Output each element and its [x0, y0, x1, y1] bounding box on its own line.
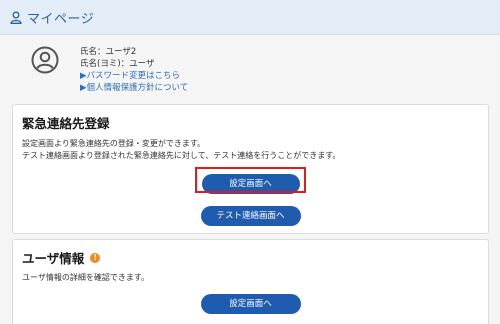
user-name: 氏名：ユーザ2: [80, 47, 137, 57]
user-info-title: ユーザ情報: [22, 251, 85, 266]
password-change-link[interactable]: ▶パスワード変更はこちら: [80, 69, 180, 81]
user-info-desc: ユーザ情報の詳細を確認できます。: [22, 273, 150, 282]
emergency-settings-button[interactable]: 設定画面へ: [201, 174, 300, 194]
user-info-card: ユーザ情報 ! ユーザ情報の詳細を確認できます。 設定画面へ: [12, 239, 489, 324]
emergency-contact-desc-1: 設定画面より緊急連絡先の登録・変更ができます。: [22, 139, 206, 148]
emergency-contact-title: 緊急連絡先登録: [22, 116, 110, 131]
user-info-settings-button[interactable]: 設定画面へ: [200, 294, 301, 314]
alert-badge-icon: !: [90, 252, 101, 263]
emergency-contact-desc-2: テスト連絡画面より登録された緊急連絡先に対して、テスト連絡を行うことができます。: [22, 151, 341, 160]
user-name-kana: 氏名(ヨミ)：ユーザ: [80, 59, 155, 69]
profile-section: 氏名：ユーザ2 氏名(ヨミ)：ユーザ ▶パスワード変更はこちら ▶個人情報保護方…: [0, 36, 500, 98]
test-contact-button[interactable]: テスト連絡画面へ: [200, 206, 301, 226]
emergency-contact-card: 緊急連絡先登録 設定画面より緊急連絡先の登録・変更ができます。 テスト連絡画面よ…: [12, 104, 489, 234]
page-header: マイページ: [0, 0, 500, 35]
user-icon: [10, 11, 22, 24]
page-title: マイページ: [27, 11, 95, 27]
privacy-policy-link[interactable]: ▶個人情報保護方針について: [80, 81, 188, 93]
user-info-title-row: ユーザ情報 !: [22, 248, 101, 267]
user-circle-icon: [31, 46, 59, 74]
